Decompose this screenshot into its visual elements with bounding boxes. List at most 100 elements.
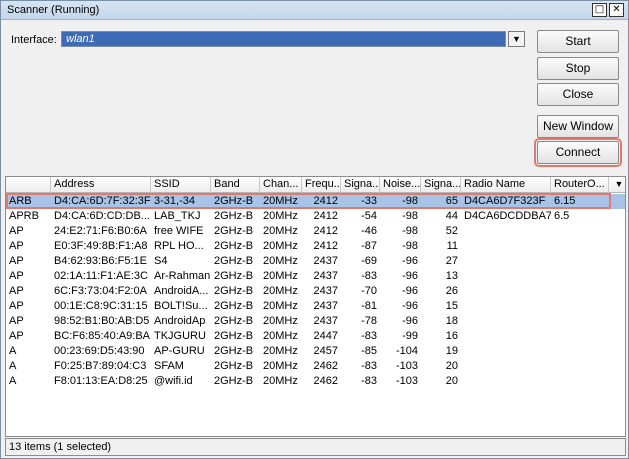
table-row[interactable]: AP BC:F6:85:40:A9:BA TKJGURU 2GHz-B 20MHz 244… — [6, 329, 625, 344]
interface-label: Interface: — [11, 34, 57, 46]
cell-router-os — [551, 374, 609, 389]
cell-radio-name — [461, 284, 551, 299]
column-header-radio-name[interactable]: Radio Name — [461, 177, 551, 193]
cell-band: 2GHz-B — [214, 225, 254, 237]
cell-snr: 19 — [445, 345, 458, 357]
chevron-down-icon[interactable]: ▼ — [508, 31, 525, 47]
new-window-button[interactable]: New Window — [537, 115, 619, 138]
start-button[interactable]: Start — [537, 30, 619, 53]
table-row[interactable]: AP 02:1A:11:F1:AE:3C Ar-Rahman 2GHz-B 20MHz 2… — [6, 269, 625, 284]
cell-noise-floor: -104 — [395, 345, 418, 357]
close-button[interactable]: Close — [537, 83, 619, 106]
maximize-icon[interactable]: □ — [592, 3, 607, 17]
cell-flags: AP — [9, 330, 24, 342]
cell-band: 2GHz-B — [214, 300, 254, 312]
cell-router-os — [551, 254, 609, 269]
status-bar: 13 items (1 selected) — [5, 438, 626, 456]
cell-ssid: LAB_TKJ — [154, 210, 201, 222]
cell-signal-strength: -70 — [361, 285, 377, 297]
cell-band: 2GHz-B — [214, 330, 254, 342]
column-header-noise-floor[interactable]: Noise... — [380, 177, 421, 193]
table-row[interactable]: AP 00:1E:C8:9C:31:15 BOLT!Su... 2GHz-B 20MHz… — [6, 299, 625, 314]
column-header-router-os[interactable]: RouterO... — [551, 177, 609, 193]
cell-signal-strength: -83 — [361, 360, 377, 372]
cell-ssid: AP-GURU — [154, 345, 205, 357]
scanner-window: Scanner (Running) □ ✕ Interface: wlan1 ▼… — [0, 0, 629, 459]
cell-channel-width: 20MHz — [263, 300, 298, 312]
cell-band: 2GHz-B — [214, 210, 254, 222]
cell-signal-strength: -54 — [361, 210, 377, 222]
column-header-frequency[interactable]: Frequ... — [302, 177, 341, 193]
table-row[interactable]: A F0:25:B7:89:04:C3 SFAM 2GHz-B 20MHz 2462 -83… — [6, 359, 625, 374]
cell-address: 24:E2:71:F6:B0:6A — [54, 225, 147, 237]
cell-router-os — [551, 314, 609, 329]
cell-flags: A — [9, 360, 17, 372]
cell-radio-name: D4CA6D7F323F — [464, 195, 546, 207]
cell-band: 2GHz-B — [214, 285, 254, 297]
cell-ssid: TKJGURU — [154, 330, 206, 342]
table-row[interactable]: APRB D4:CA:6D:CD:DB... LAB_TKJ 2GHz-B 20MHz 2… — [6, 209, 625, 224]
cell-signal-strength: -87 — [361, 240, 377, 252]
scan-results-table: Address SSID Band Chan... Frequ... Signa... No… — [5, 176, 626, 437]
column-header-flags[interactable] — [6, 177, 51, 193]
cell-frequency: 2412 — [313, 225, 338, 237]
cell-snr: 20 — [445, 375, 458, 387]
interface-select[interactable]: wlan1 — [61, 31, 506, 47]
column-header-signal-strength[interactable]: Signa... — [341, 177, 380, 193]
cell-radio-name — [461, 344, 551, 359]
column-header-snr[interactable]: Signa... — [421, 177, 461, 193]
cell-address: BC:F6:85:40:A9:BA — [54, 330, 150, 342]
column-header-ssid[interactable]: SSID — [151, 177, 211, 193]
table-row[interactable]: A 00:23:69:D5:43:90 AP-GURU 2GHz-B 20MHz 2457… — [6, 344, 625, 359]
cell-noise-floor: -98 — [402, 210, 418, 222]
table-row[interactable]: AP B4:62:93:B6:F5:1E S4 2GHz-B 20MHz 2437 -69 -… — [6, 254, 625, 269]
table-row[interactable]: AP E0:3F:49:8B:F1:A8 RPL HO... 2GHz-B 20MHz 2… — [6, 239, 625, 254]
cell-noise-floor: -98 — [402, 195, 418, 207]
window-title: Scanner (Running) — [7, 4, 100, 16]
connect-button[interactable]: Connect — [534, 138, 622, 167]
cell-signal-strength: -83 — [361, 330, 377, 342]
table-row[interactable]: AP 98:52:B1:B0:AB:D5 AndroidAp 2GHz-B 20MHz 2… — [6, 314, 625, 329]
cell-router-os — [551, 329, 609, 344]
cell-snr: 15 — [445, 300, 458, 312]
cell-radio-name — [461, 359, 551, 374]
column-menu-icon[interactable]: ▼ — [609, 177, 625, 193]
cell-address: D4:CA:6D:7F:32:3F — [54, 195, 151, 207]
cell-channel-width: 20MHz — [263, 240, 298, 252]
column-header-address[interactable]: Address — [51, 177, 151, 193]
cell-snr: 27 — [445, 255, 458, 267]
stop-button[interactable]: Stop — [537, 57, 619, 80]
cell-frequency: 2412 — [313, 240, 338, 252]
table-row[interactable]: A F8:01:13:EA:D8:25 @wifi.id 2GHz-B 20MHz 246… — [6, 374, 625, 389]
cell-band: 2GHz-B — [214, 315, 254, 327]
cell-snr: 11 — [446, 240, 458, 252]
cell-band: 2GHz-B — [214, 240, 254, 252]
cell-noise-floor: -98 — [402, 240, 418, 252]
cell-flags: APRB — [9, 210, 39, 222]
cell-router-os — [551, 239, 609, 254]
table-row[interactable]: AP 24:E2:71:F6:B0:6A free WIFE 2GHz-B 20MHz 2… — [6, 224, 625, 239]
cell-channel-width: 20MHz — [263, 375, 298, 387]
cell-address: 98:52:B1:B0:AB:D5 — [54, 315, 150, 327]
table-row[interactable]: ARB D4:CA:6D:7F:32:3F 3-31,-34 2GHz-B 20MHz 2… — [6, 194, 625, 209]
close-icon[interactable]: ✕ — [609, 3, 624, 17]
cell-frequency: 2462 — [313, 375, 338, 387]
table-header: Address SSID Band Chan... Frequ... Signa... No… — [6, 177, 625, 193]
cell-router-os — [551, 224, 609, 239]
cell-radio-name: D4CA6DCDDBA7 — [464, 210, 551, 222]
cell-router-os — [551, 359, 609, 374]
cell-router-os — [551, 269, 609, 284]
cell-signal-strength: -69 — [361, 255, 377, 267]
cell-ssid: free WIFE — [154, 225, 204, 237]
cell-address: 6C:F3:73:04:F2:0A — [54, 285, 147, 297]
cell-channel-width: 20MHz — [263, 225, 298, 237]
column-header-channel-width[interactable]: Chan... — [260, 177, 302, 193]
table-row[interactable]: AP 6C:F3:73:04:F2:0A AndroidA... 2GHz-B 20MH… — [6, 284, 625, 299]
cell-channel-width: 20MHz — [263, 360, 298, 372]
cell-router-os: 6.15 — [554, 195, 576, 207]
cell-frequency: 2437 — [313, 315, 338, 327]
column-header-band[interactable]: Band — [211, 177, 260, 193]
cell-signal-strength: -81 — [361, 300, 377, 312]
cell-frequency: 2437 — [313, 270, 338, 282]
cell-router-os: 6.5 — [554, 210, 570, 222]
